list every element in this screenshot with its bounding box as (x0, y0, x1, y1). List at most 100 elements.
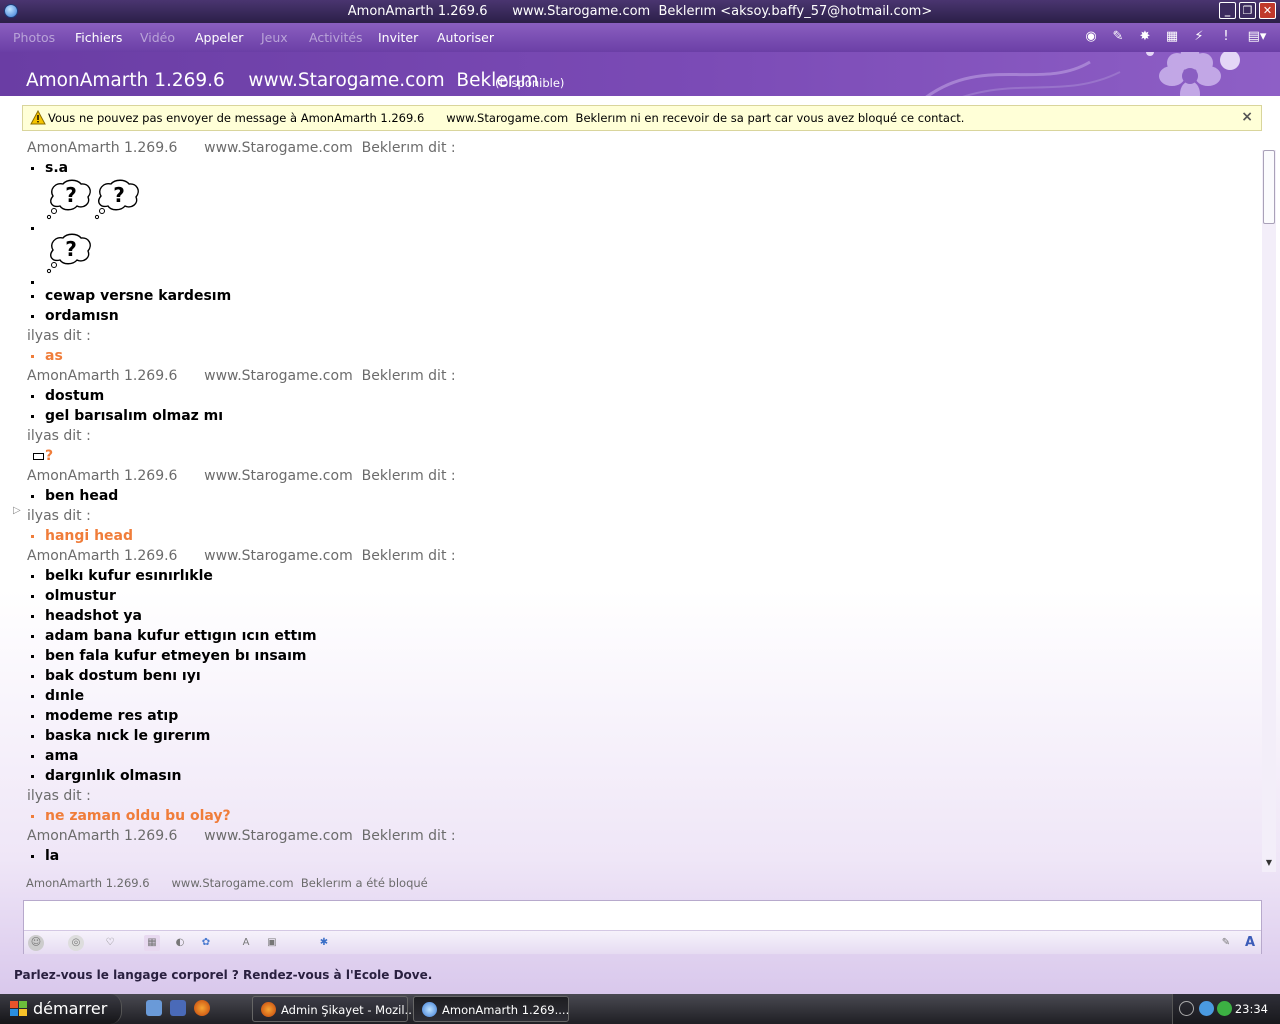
message-text: ben head (27, 486, 1255, 506)
question-bubble-emoticon: ? (45, 178, 93, 222)
menu-autoriser[interactable]: Autoriser (437, 30, 494, 45)
wink-icon[interactable]: ✸ (1136, 28, 1154, 46)
emoticon-message: ?? (27, 178, 1255, 232)
message-sender: ilyas dit : (27, 328, 91, 344)
ad-text[interactable]: Parlez-vous le langage corporel ? Rendez… (14, 968, 432, 982)
compose-toolbar: ☺ ◎ ♡ ▦ ◐ ✿ A ▣ ✱ ✎ A (24, 930, 1261, 954)
contact-name: AmonAmarth 1.269.6 www.Starogame.com Bek… (26, 70, 539, 91)
quick-launch (146, 1000, 210, 1016)
message-sender: AmonAmarth 1.269.6 www.Starogame.com Bek… (27, 368, 456, 384)
network-tray-icon[interactable] (1217, 1001, 1232, 1016)
menu-bar: Photos Fichiers Vidéo Appeler Jeux Activ… (0, 23, 1280, 52)
menu-fichiers[interactable]: Fichiers (75, 30, 122, 45)
message-sender: ilyas dit : (27, 788, 91, 804)
message-text: la (27, 846, 1255, 866)
emoticon-icon[interactable]: ☺ (28, 935, 44, 951)
blocked-status-note: AmonAmarth 1.269.6 www.Starogame.com Bek… (26, 876, 428, 890)
system-tray: 23:34 (1172, 994, 1280, 1024)
contact-header: AmonAmarth 1.269.6 www.Starogame.com Bek… (0, 52, 1280, 96)
clock: 23:34 (1234, 1002, 1268, 1016)
question-bubble-emoticon: ? (93, 178, 141, 222)
expand-arrow-icon[interactable]: ▷ (13, 505, 21, 516)
task-label: AmonAmarth 1.269.... (442, 1003, 570, 1017)
nudge-icon[interactable]: ⚡ (1190, 28, 1208, 46)
phone-icon[interactable]: ▦ (1163, 28, 1181, 46)
question-mark-glyph: ? (65, 183, 77, 207)
message-text: ordamısn (27, 306, 1255, 326)
menu-jeux[interactable]: Jeux (261, 30, 288, 45)
message-sender: AmonAmarth 1.269.6 www.Starogame.com Bek… (27, 828, 456, 844)
nudge-icon[interactable]: ♡ (102, 935, 118, 951)
send-file-icon[interactable]: ▣ (264, 935, 280, 951)
message-text: ne zaman oldu bu olay? (27, 806, 1255, 826)
message-text: adam bana kufur ettıgın ıcın ettım (27, 626, 1255, 646)
menu-photos[interactable]: Photos (13, 30, 55, 45)
warning-text: Vous ne pouvez pas envoyer de message à … (48, 111, 965, 125)
start-button[interactable]: démarrer (0, 994, 122, 1024)
compose-area: ☺ ◎ ♡ ▦ ◐ ✿ A ▣ ✱ ✎ A (23, 900, 1262, 954)
taskbar-firefox-window[interactable]: Admin Şikayet - Mozil... (252, 996, 416, 1022)
task-label: Admin Şikayet - Mozil... (281, 1003, 416, 1017)
games-icon[interactable]: ◉ (1082, 28, 1100, 46)
message-sender: AmonAmarth 1.269.6 www.Starogame.com Bek… (27, 140, 456, 156)
message-text: s.a (27, 158, 1255, 178)
message-input[interactable] (24, 901, 1261, 929)
message-text: olmustur (27, 586, 1255, 606)
emoticon-message: ? (27, 232, 1255, 286)
chat-panel: Vous ne pouvez pas envoyer de message à … (0, 96, 1280, 994)
font-icon[interactable]: A (1242, 935, 1258, 951)
contact-status: (Disponible) (495, 76, 565, 90)
menu-dropdown-icon[interactable]: ▤▾ (1244, 28, 1270, 46)
scrollbar-thumb[interactable] (1263, 150, 1275, 224)
alert-icon[interactable]: ! (1217, 28, 1235, 46)
menu-activites[interactable]: Activités (309, 30, 363, 45)
tray-expand-icon[interactable] (1179, 1001, 1194, 1016)
conversation-scrollbar[interactable]: ▲ ▼ (1262, 150, 1276, 872)
question-bubble-emoticon: ? (45, 232, 93, 276)
games-icon[interactable]: ✿ (198, 935, 214, 951)
windows-taskbar: démarrer Admin Şikayet - Mozil... AmonAm… (0, 994, 1280, 1024)
messenger-icon (422, 1002, 437, 1017)
paint-icon[interactable]: ✎ (1109, 28, 1127, 46)
unknown-emoticon-message: ? (27, 446, 1255, 466)
message-text: cewap versne kardesım (27, 286, 1255, 306)
settings-icon[interactable]: ✱ (316, 935, 332, 951)
conversation-history: AmonAmarth 1.269.6 www.Starogame.com Bek… (27, 138, 1255, 874)
voice-clip-icon[interactable]: ◎ (68, 935, 84, 951)
background-icon[interactable]: ▦ (144, 935, 160, 951)
menu-inviter[interactable]: Inviter (378, 30, 418, 45)
message-text: dınle (27, 686, 1255, 706)
minimize-button[interactable]: _ (1219, 2, 1236, 19)
message-text: headshot ya (27, 606, 1255, 626)
message-text: ama (27, 746, 1255, 766)
warning-close-icon[interactable]: × (1241, 109, 1253, 125)
message-text: dostum (27, 386, 1255, 406)
pen-icon[interactable]: ✎ (1218, 935, 1234, 951)
window-title-bar: AmonAmarth 1.269.6 www.Starogame.com Bek… (0, 0, 1280, 23)
wink-icon[interactable]: ◐ (172, 935, 188, 951)
window-controls: _ ❐ ✕ (1219, 2, 1276, 19)
show-desktop-icon[interactable] (146, 1000, 162, 1016)
taskbar-messenger-window[interactable]: AmonAmarth 1.269.... (413, 996, 569, 1022)
windows-logo-icon (10, 1001, 27, 1016)
close-button[interactable]: ✕ (1259, 2, 1276, 19)
scroll-down-icon[interactable]: ▼ (1262, 858, 1276, 872)
toolbar-icons: ◉ ✎ ✸ ▦ ⚡ ! ▤▾ (1082, 28, 1270, 46)
message-text: as (27, 346, 1255, 366)
message-text: bak dostum benı ıyı (27, 666, 1255, 686)
message-sender: ilyas dit : (27, 508, 91, 524)
message-text: modeme res atıp (27, 706, 1255, 726)
messenger-tray-icon[interactable] (1199, 1001, 1214, 1016)
menu-video[interactable]: Vidéo (140, 30, 175, 45)
handwriting-icon[interactable]: A (238, 935, 254, 951)
message-text: dargınlık olmasın (27, 766, 1255, 786)
message-sender: AmonAmarth 1.269.6 www.Starogame.com Bek… (27, 548, 456, 564)
menu-appeler[interactable]: Appeler (195, 30, 243, 45)
windows-explorer-icon[interactable] (170, 1000, 186, 1016)
question-mark-glyph: ? (65, 237, 77, 261)
message-sender: AmonAmarth 1.269.6 www.Starogame.com Bek… (27, 468, 456, 484)
blocked-warning-bar: Vous ne pouvez pas envoyer de message à … (22, 105, 1262, 131)
missing-glyph-box (33, 453, 44, 460)
firefox-icon[interactable] (194, 1000, 210, 1016)
maximize-button[interactable]: ❐ (1239, 2, 1256, 19)
